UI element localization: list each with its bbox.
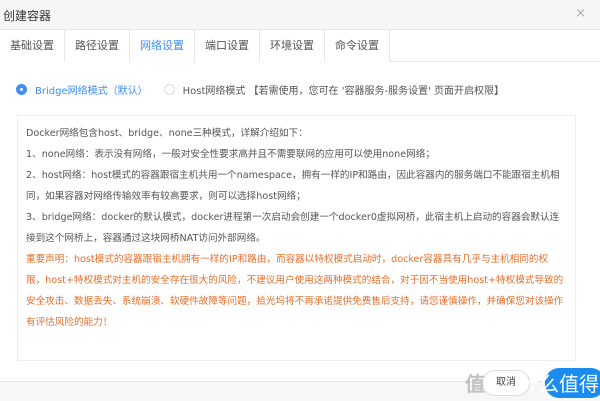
tab-env[interactable]: 环境设置 — [260, 30, 325, 62]
cancel-button[interactable]: 取消 — [482, 370, 530, 396]
radio-checked-icon — [16, 84, 27, 95]
confirm-button[interactable] — [545, 368, 600, 398]
radio-bridge-label: Bridge网络模式（默认） — [35, 86, 148, 97]
network-mode-group: Bridge网络模式（默认） Host网络模式 【若需使用，您可在 '容器服务-… — [16, 82, 520, 97]
radio-host[interactable]: Host网络模式 【若需使用，您可在 '容器服务-服务设置' 页面开启权限】 — [163, 82, 505, 97]
dialog-header: 创建容器 × — [0, 0, 600, 30]
info-line: 1、none网络：表示没有网络，一般对安全性要求高并且不需要联网的应用可以使用n… — [26, 149, 435, 160]
tab-port[interactable]: 端口设置 — [195, 30, 260, 62]
tab-basic[interactable]: 基础设置 — [0, 30, 65, 62]
tab-bar: 基础设置 路径设置 网络设置 端口设置 环境设置 命令设置 — [0, 30, 600, 63]
radio-bridge[interactable]: Bridge网络模式（默认） — [16, 82, 148, 97]
radio-host-label: Host网络模式 【若需使用，您可在 '容器服务-服务设置' 页面开启权限】 — [182, 86, 505, 97]
warning-text: 重要声明：host模式的容器跟宿主机拥有一样的IP和路由，而容器以特权模式启动时… — [26, 254, 564, 328]
tab-path[interactable]: 路径设置 — [65, 30, 130, 62]
tab-network[interactable]: 网络设置 — [130, 30, 195, 63]
dialog-title: 创建容器 — [3, 9, 52, 23]
network-info-box: Docker网络包含host、bridge、none三种模式，详解介绍如下： 1… — [17, 115, 576, 361]
info-line: 2、host网络：host模式的容器跟宿主机共用一个namespace，拥有一样… — [26, 170, 560, 202]
info-line: 3、bridge网络：docker的默认模式，docker进程第一次启动会创建一… — [26, 212, 560, 244]
tab-command[interactable]: 命令设置 — [325, 30, 390, 62]
radio-unchecked-icon — [163, 84, 175, 95]
info-line: Docker网络包含host、bridge、none三种模式，详解介绍如下： — [26, 128, 308, 139]
close-icon[interactable]: × — [575, 6, 586, 21]
